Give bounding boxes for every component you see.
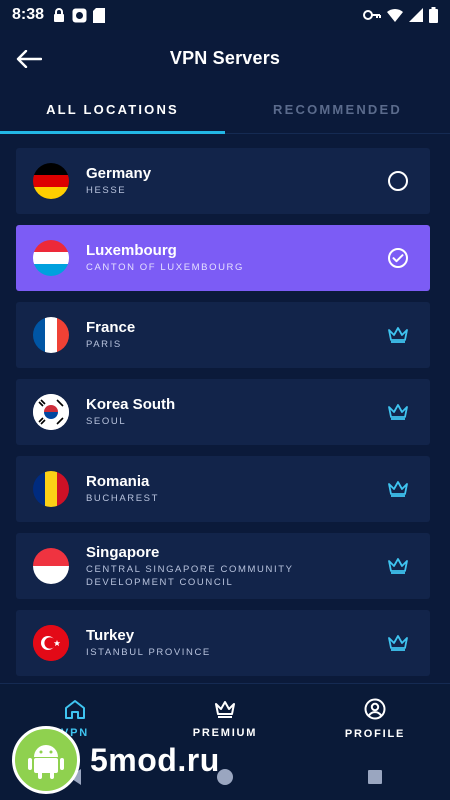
crown-icon	[386, 554, 410, 578]
square-recents-icon	[368, 769, 382, 784]
crown-icon	[386, 477, 410, 501]
server-country: Germany	[86, 165, 152, 182]
server-region: SEOUL	[86, 416, 127, 427]
turkey-flag-icon	[33, 625, 69, 661]
server-item-romania[interactable]: Romania BUCHAREST	[16, 456, 430, 522]
server-item-luxembourg[interactable]: Luxembourg CANTON OF LUXEMBOURG	[16, 225, 430, 291]
page-title: VPN Servers	[169, 47, 281, 68]
sd-card-icon	[93, 7, 106, 23]
server-text: Singapore CENTRAL SINGAPORE COMMUNITY DE…	[86, 544, 370, 589]
nav-label-profile: PROFILE	[344, 727, 406, 740]
signal-icon	[409, 8, 423, 22]
system-recents-button[interactable]	[355, 757, 395, 797]
crown-icon	[215, 700, 235, 718]
status-right	[363, 7, 438, 23]
romania-flag-icon	[33, 471, 69, 507]
lock-icon	[54, 7, 65, 22]
server-country: Singapore	[86, 543, 160, 561]
status-bar: 8:38	[0, 0, 450, 30]
server-text: Romania BUCHAREST	[86, 473, 370, 505]
crown-icon	[386, 400, 410, 424]
luxembourg-flag-icon	[33, 240, 69, 276]
key-icon	[363, 10, 381, 20]
server-text: Luxembourg CANTON OF LUXEMBOURG	[86, 242, 370, 274]
server-list: Germany HESSE Luxembourg CANTON OF LUXEM…	[16, 148, 430, 678]
korea-flag-icon	[33, 394, 69, 430]
server-country: France	[86, 319, 136, 336]
server-country: Turkey	[86, 627, 135, 644]
server-text: Germany HESSE	[86, 165, 370, 197]
tab-all-locations[interactable]: ALL LOCATIONS	[0, 86, 225, 134]
nav-profile[interactable]: PROFILE	[300, 684, 450, 753]
germany-flag-icon	[33, 163, 69, 199]
server-text: Turkey ISTANBUL PROVINCE	[86, 627, 370, 659]
radio-unselected-icon[interactable]	[386, 169, 410, 193]
server-region: PARIS	[86, 339, 122, 350]
crown-icon	[386, 631, 410, 655]
battery-icon	[429, 7, 438, 23]
wifi-icon	[387, 8, 403, 22]
home-icon	[65, 699, 85, 719]
crown-icon	[386, 323, 410, 347]
server-item-singapore[interactable]: Singapore CENTRAL SINGAPORE COMMUNITY DE…	[16, 533, 430, 599]
app-header: VPN Servers	[0, 30, 450, 86]
server-region: ISTANBUL PROVINCE	[86, 647, 211, 658]
status-left: 8:38	[12, 6, 106, 24]
android-logo-icon	[12, 726, 80, 794]
arrow-left-icon	[16, 50, 42, 68]
server-country: Luxembourg	[86, 242, 177, 259]
singapore-flag-icon	[33, 548, 69, 584]
server-region: CENTRAL SINGAPORE COMMUNITY DEVELOPMENT …	[86, 563, 294, 588]
server-item-germany[interactable]: Germany HESSE	[16, 148, 430, 214]
server-item-france[interactable]: France PARIS	[16, 302, 430, 368]
server-country: Romania	[86, 473, 150, 490]
status-notification-icons	[52, 7, 106, 23]
server-region: CANTON OF LUXEMBOURG	[86, 262, 244, 273]
status-time: 8:38	[12, 6, 45, 23]
app-icon	[72, 8, 87, 22]
watermark: 5mod.ru	[12, 726, 220, 794]
server-item-korea-south[interactable]: Korea South SEOUL	[16, 379, 430, 445]
check-circle-icon[interactable]	[386, 246, 410, 270]
server-text: France PARIS	[86, 319, 370, 351]
watermark-text: 5mod.ru	[90, 741, 220, 778]
profile-icon	[364, 698, 386, 719]
server-country: Korea South	[86, 396, 176, 413]
server-region: BUCHAREST	[86, 493, 159, 504]
france-flag-icon	[33, 317, 69, 353]
server-region: HESSE	[86, 185, 127, 196]
back-button[interactable]	[12, 42, 46, 76]
tab-recommended[interactable]: RECOMMENDED	[225, 86, 450, 133]
server-item-turkey[interactable]: Turkey ISTANBUL PROVINCE	[16, 610, 430, 676]
location-tabs: ALL LOCATIONS RECOMMENDED	[0, 86, 450, 134]
server-text: Korea South SEOUL	[86, 396, 370, 428]
